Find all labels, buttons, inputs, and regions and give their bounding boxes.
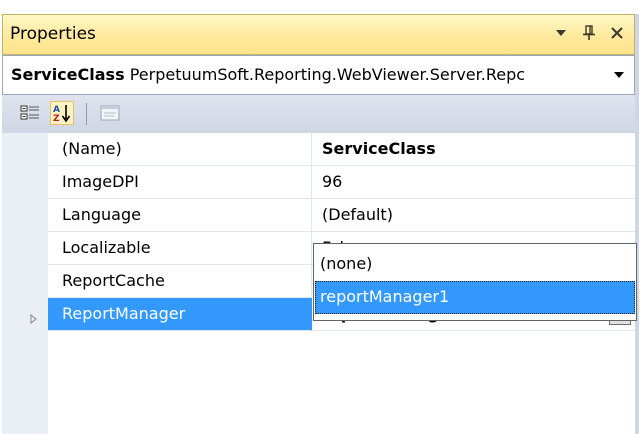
property-row-name[interactable]: (Name) ServiceClass xyxy=(2,133,635,166)
pin-icon[interactable] xyxy=(580,23,598,43)
property-row-language[interactable]: Language (Default) xyxy=(2,199,635,232)
property-pages-icon[interactable] xyxy=(98,101,122,125)
panel-title: Properties xyxy=(10,24,96,44)
object-selector-text: ServiceClass PerpetuumSoft.Reporting.Web… xyxy=(11,65,595,84)
object-selector[interactable]: ServiceClass PerpetuumSoft.Reporting.Web… xyxy=(2,55,635,95)
chevron-down-icon[interactable] xyxy=(612,66,626,84)
dropdown-option-reportmanager1[interactable]: reportManager1 xyxy=(315,281,635,314)
title-bar[interactable]: Properties xyxy=(2,14,635,55)
close-icon[interactable] xyxy=(608,23,626,43)
property-value[interactable]: 96 xyxy=(312,166,635,199)
property-name: Language xyxy=(48,199,312,232)
property-name: ReportManager xyxy=(48,298,312,331)
property-row-imagedpi[interactable]: ImageDPI 96 xyxy=(2,166,635,199)
window-position-dropdown-icon[interactable] xyxy=(552,23,570,43)
property-value[interactable]: ServiceClass xyxy=(312,133,635,166)
property-name: (Name) xyxy=(48,133,312,166)
toolbar-separator xyxy=(86,103,87,125)
value-dropdown-list: (none) reportManager1 xyxy=(313,243,637,321)
svg-text:Z: Z xyxy=(53,114,60,123)
property-name: ReportCache xyxy=(48,265,312,298)
property-value[interactable]: (Default) xyxy=(312,199,635,232)
title-buttons xyxy=(552,23,626,43)
categorized-icon[interactable] xyxy=(18,101,42,125)
expand-arrow-icon[interactable] xyxy=(30,309,37,328)
property-name: ImageDPI xyxy=(48,166,312,199)
object-name: ServiceClass xyxy=(11,65,125,84)
properties-toolbar: A Z xyxy=(2,95,635,133)
object-type: PerpetuumSoft.Reporting.WebViewer.Server… xyxy=(129,65,526,84)
property-name: Localizable xyxy=(48,232,312,265)
dropdown-option-none[interactable]: (none) xyxy=(315,248,635,281)
top-strip xyxy=(0,0,639,14)
properties-window: Properties ServiceClass PerpetuumSoft.Re… xyxy=(2,14,639,434)
alphabetical-icon[interactable]: A Z xyxy=(50,101,74,125)
